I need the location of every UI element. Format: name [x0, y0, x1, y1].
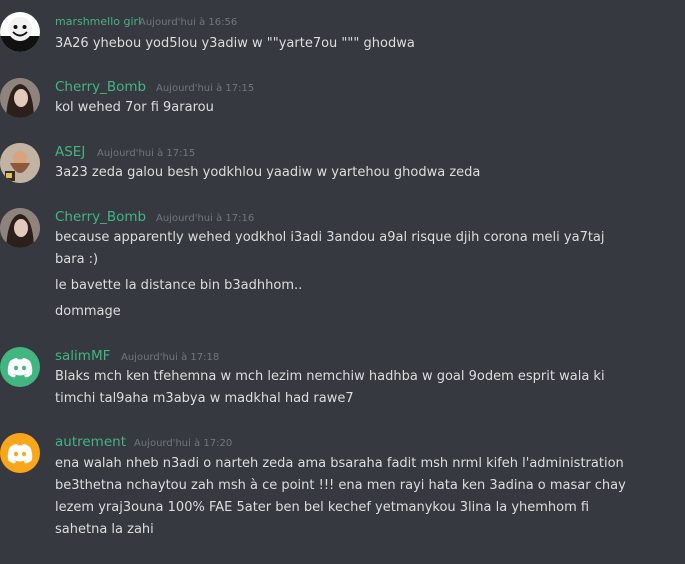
- message-timestamp: Aujourd'hui à 16:56: [139, 17, 238, 28]
- message-text: Blaks mch ken tfehemna w mch lezim nemch…: [55, 369, 605, 384]
- message-timestamp: Aujourd'hui à 17:16: [156, 213, 255, 224]
- username[interactable]: salimMF: [55, 348, 110, 364]
- username[interactable]: ASEJ: [55, 144, 85, 160]
- discord-default-avatar[interactable]: [0, 433, 40, 473]
- chat-message-list: marshmello girl Aujourd'hui à 16:56 3A26…: [0, 0, 685, 564]
- message-text: timchi tal9aha m3abya w madkhal had rawe…: [55, 391, 354, 406]
- discord-default-avatar[interactable]: [0, 347, 40, 387]
- message-text: sahetna la zahi: [55, 522, 154, 537]
- message-text: le bavette la distance bin b3adhhom..: [55, 278, 303, 293]
- message-text: because apparently wehed yodkhol i3adi 3…: [55, 230, 605, 245]
- username[interactable]: marshmello girl: [55, 14, 141, 30]
- message-text: dommage: [55, 304, 121, 319]
- message-text: lezem yraj3ouna 100% FAE 5ater ben bel k…: [55, 500, 590, 515]
- message-text: kol wehed 7or fi 9ararou: [55, 100, 214, 115]
- user-photo-avatar[interactable]: [0, 78, 40, 118]
- message-text: bara :): [55, 252, 99, 267]
- user-photo-avatar[interactable]: [0, 208, 40, 248]
- message-timestamp: Aujourd'hui à 17:20: [134, 438, 233, 449]
- username[interactable]: Cherry_Bomb: [55, 79, 146, 95]
- message-timestamp: Aujourd'hui à 17:18: [121, 352, 220, 363]
- message-text: 3A26 yhebou yod5lou y3adiw w ""yarte7ou …: [55, 36, 415, 51]
- message-text: 3a23 zeda galou besh yodkhlou yaadiw w y…: [55, 165, 481, 180]
- username[interactable]: Cherry_Bomb: [55, 209, 146, 225]
- username[interactable]: autrement: [55, 434, 126, 450]
- message-text: ena walah nheb n3adi o narteh zeda ama b…: [55, 456, 624, 471]
- message-timestamp: Aujourd'hui à 17:15: [97, 148, 196, 159]
- user-photo-avatar[interactable]: [0, 143, 40, 183]
- message-text: be3thetna nchaytou zah msh à ce point !!…: [55, 478, 626, 493]
- message-timestamp: Aujourd'hui à 17:15: [156, 83, 255, 94]
- marshmello-avatar[interactable]: [0, 12, 40, 52]
